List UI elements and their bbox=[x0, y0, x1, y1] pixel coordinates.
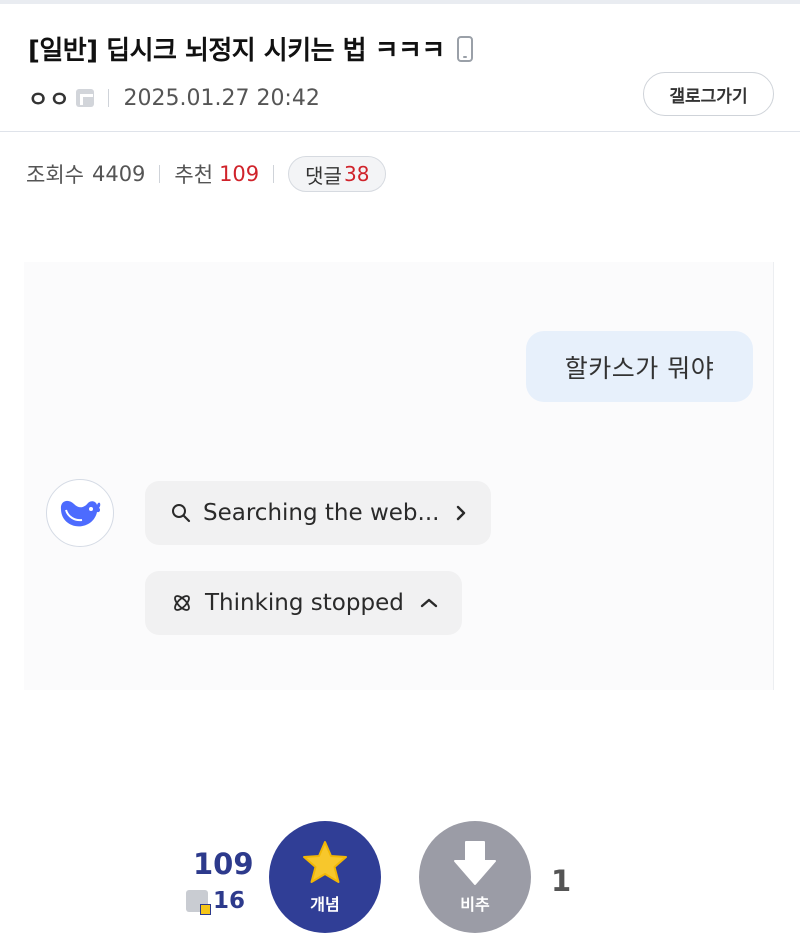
searching-web-chip[interactable]: Searching the web... bbox=[145, 481, 491, 545]
meta-divider bbox=[108, 89, 110, 107]
upvote-label: 개념 bbox=[310, 895, 340, 914]
comments-count: 38 bbox=[343, 162, 370, 186]
comments-label: 댓글 bbox=[305, 163, 342, 188]
fixed-nick-icon bbox=[76, 89, 95, 107]
user-message-bubble: 할카스가 뭐야 bbox=[526, 331, 753, 402]
recommend-count: 109 bbox=[219, 162, 260, 186]
fixed-nick-icon bbox=[186, 890, 211, 915]
arrow-down-icon bbox=[454, 841, 496, 885]
thinking-stopped-label: Thinking stopped bbox=[205, 590, 404, 616]
chevron-right-icon bbox=[457, 505, 466, 521]
recommend-label: 추천 bbox=[174, 163, 214, 187]
thinking-stopped-chip[interactable]: Thinking stopped bbox=[145, 571, 462, 635]
stats-divider bbox=[159, 165, 161, 183]
post-stats: 조회수 4409 추천 109 댓글 38 bbox=[26, 156, 387, 192]
search-icon bbox=[172, 504, 191, 523]
comments-button[interactable]: 댓글 38 bbox=[288, 156, 387, 192]
embedded-chat-screenshot: 할카스가 뭐야 Searching the web... Thinking st… bbox=[24, 262, 774, 690]
fixed-upvote-count: 16 bbox=[186, 888, 246, 915]
author-nickname[interactable]: ㅇㅇ bbox=[28, 82, 70, 114]
chevron-up-icon bbox=[420, 598, 438, 608]
downvote-label: 비추 bbox=[460, 895, 490, 914]
mobile-phone-icon bbox=[456, 35, 473, 62]
post-header: [일반] 딥시크 뇌정지 시키는 법 ㅋㅋㅋ ㅇㅇ 2025.01.27 20:… bbox=[0, 4, 800, 132]
post-meta: ㅇㅇ 2025.01.27 20:42 bbox=[28, 82, 320, 114]
deepseek-whale-icon bbox=[46, 479, 114, 547]
stats-divider bbox=[273, 165, 275, 183]
star-icon bbox=[303, 841, 347, 883]
post-date: 2025.01.27 20:42 bbox=[123, 85, 320, 111]
searching-web-label: Searching the web... bbox=[203, 500, 440, 526]
downvote-count: 1 bbox=[551, 864, 572, 898]
post-title: [일반] 딥시크 뇌정지 시키는 법 ㅋㅋㅋ bbox=[28, 36, 445, 66]
gallog-button[interactable]: 갤로그가기 bbox=[643, 72, 774, 116]
post-title-row: [일반] 딥시크 뇌정지 시키는 법 ㅋㅋㅋ bbox=[28, 30, 473, 67]
upvote-button[interactable]: 개념 bbox=[269, 821, 381, 933]
upvote-count: 109 bbox=[193, 847, 254, 881]
downvote-button[interactable]: 비추 bbox=[419, 821, 531, 933]
views-label: 조회수 bbox=[26, 163, 84, 187]
views-count: 4409 bbox=[91, 162, 146, 186]
atom-icon bbox=[174, 595, 190, 611]
fixed-upvote-number: 16 bbox=[213, 888, 246, 914]
vote-area: 109 16 개념 비추 1 bbox=[0, 820, 800, 951]
